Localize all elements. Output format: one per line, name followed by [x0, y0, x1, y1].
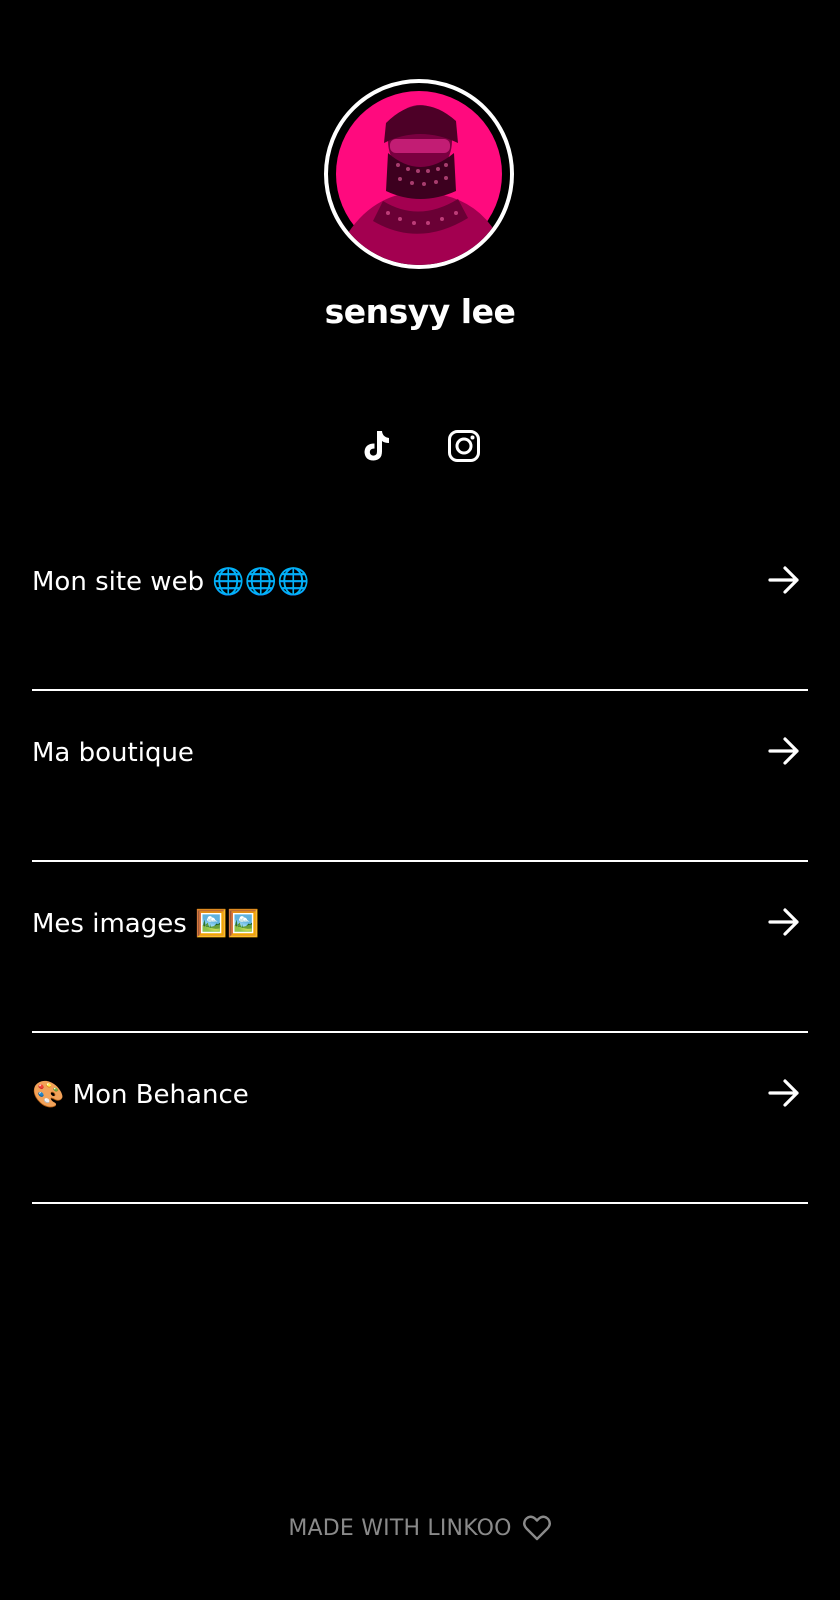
- profile-name: sensyy lee: [324, 292, 516, 331]
- tiktok-icon: [364, 431, 389, 461]
- arrow-right-icon: [768, 737, 799, 765]
- instagram-link[interactable]: [444, 422, 484, 470]
- social-links: [0, 422, 840, 470]
- link-label: 🎨 Mon Behance: [32, 1080, 249, 1110]
- link-list: Mon site web 🌐🌐🌐 Ma boutique Mes images …: [32, 520, 808, 1204]
- instagram-icon: [448, 430, 480, 462]
- link-label: Mes images 🖼️🖼️: [32, 909, 260, 939]
- link-item-behance[interactable]: 🎨 Mon Behance: [32, 1033, 808, 1204]
- arrow-right-icon: [768, 1079, 799, 1107]
- link-item-boutique[interactable]: Ma boutique: [32, 691, 808, 862]
- footer-made-with[interactable]: MADE WITH LINKOO: [0, 1514, 840, 1542]
- heart-icon: [522, 1515, 551, 1541]
- arrow-right-icon: [768, 566, 799, 594]
- footer-text: MADE WITH LINKOO: [288, 1515, 512, 1541]
- link-label: Ma boutique: [32, 738, 194, 768]
- arrow-right-icon: [768, 908, 799, 936]
- link-item-images[interactable]: Mes images 🖼️🖼️: [32, 862, 808, 1033]
- avatar: [324, 79, 514, 269]
- link-item-website[interactable]: Mon site web 🌐🌐🌐: [32, 520, 808, 691]
- link-label: Mon site web 🌐🌐🌐: [32, 567, 310, 597]
- tiktok-link[interactable]: [356, 422, 396, 470]
